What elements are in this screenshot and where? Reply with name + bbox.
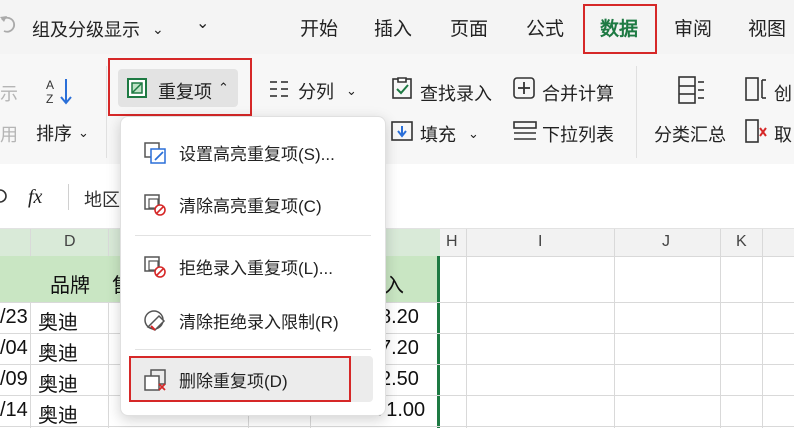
search-icon[interactable]	[0, 188, 8, 206]
brand-cell[interactable]: 奥迪	[38, 306, 78, 335]
reject-duplicates-icon	[143, 255, 167, 279]
menu-item-clear-highlight[interactable]: 清除高亮重复项(C)	[121, 184, 383, 224]
tab-review[interactable]: 审阅	[674, 14, 712, 41]
fill-button[interactable]: 填充 ⌄	[420, 121, 479, 147]
column-separator	[762, 229, 763, 428]
highlight-duplicates-icon	[143, 141, 167, 165]
menu-separator	[135, 235, 371, 236]
header-cell-income[interactable]: 入	[384, 269, 404, 298]
group-outline-dropdown[interactable]: 组及分级显示 ⌄	[32, 16, 164, 42]
date-cell[interactable]: /23	[0, 306, 28, 329]
dedupe-icon	[126, 77, 148, 99]
split-label: 分列	[298, 82, 334, 102]
column-separator	[614, 229, 615, 428]
dedupe-label: 重复项	[158, 82, 212, 102]
group-outline-label: 组及分级显示	[32, 20, 140, 40]
split-button[interactable]: 分列 ⌄	[298, 78, 357, 104]
create-group-icon[interactable]	[744, 76, 768, 102]
fill-label: 填充	[420, 125, 456, 145]
chevron-down-icon: ⌄	[152, 20, 164, 37]
formula-input[interactable]: 地区	[84, 186, 120, 212]
partial-ribbon-label: 用	[0, 125, 18, 145]
consolidate-icon[interactable]	[512, 76, 536, 100]
date-cell[interactable]: /09	[0, 368, 28, 391]
menu-item-reject-duplicates[interactable]: 拒绝录入重复项(L)...	[121, 246, 383, 286]
column-separator	[466, 229, 467, 428]
sort-button[interactable]: 排序 ⌄	[36, 120, 89, 146]
chevron-down-icon[interactable]: ⌄	[196, 13, 209, 33]
sort-icon[interactable]: A Z	[44, 76, 76, 106]
date-cell[interactable]: /14	[0, 399, 28, 422]
subtotal-icon[interactable]	[676, 74, 706, 106]
lookup-entry-label[interactable]: 查找录入	[420, 80, 492, 106]
dropdown-list-icon[interactable]	[512, 119, 538, 143]
tab-formula[interactable]: 公式	[526, 14, 564, 41]
menu-item-label: 删除重复项(D)	[179, 371, 288, 391]
brand-cell[interactable]: 奥迪	[38, 337, 78, 366]
delete-duplicates-icon	[143, 368, 167, 392]
svg-text:A: A	[46, 78, 54, 92]
sort-label: 排序	[36, 124, 72, 144]
tab-home[interactable]: 开始	[300, 14, 338, 41]
tab-data[interactable]: 数据	[600, 14, 638, 41]
menu-item-label: 清除高亮重复项(C)	[179, 196, 322, 216]
fill-icon[interactable]	[390, 119, 414, 143]
column-separator	[720, 229, 721, 428]
menu-item-label: 清除拒绝录入限制(R)	[179, 312, 339, 332]
consolidate-label[interactable]: 合并计算	[542, 80, 614, 106]
menu-separator	[135, 349, 371, 350]
dedupe-dropdown-menu: 设置高亮重复项(S)... 清除高亮重复项(C) 拒绝录入重复项(L)... 清…	[120, 116, 386, 416]
column-header-j[interactable]: J	[662, 233, 670, 251]
lookup-entry-icon[interactable]	[390, 76, 414, 100]
column-header-k[interactable]: K	[736, 233, 747, 251]
date-cell[interactable]: /04	[0, 337, 28, 360]
dropdown-list-label[interactable]: 下拉列表	[542, 121, 614, 147]
selection-border	[437, 256, 440, 428]
svg-text:Z: Z	[46, 92, 53, 106]
menu-item-label: 设置高亮重复项(S)...	[179, 144, 335, 164]
header-cell-brand[interactable]: 品牌	[50, 269, 90, 298]
eraser-icon	[143, 309, 167, 333]
menu-item-highlight-duplicates[interactable]: 设置高亮重复项(S)...	[121, 132, 383, 172]
menu-item-delete-duplicates[interactable]: 删除重复项(D)	[121, 359, 383, 399]
ungroup-icon[interactable]	[744, 118, 768, 144]
column-header-h[interactable]: H	[446, 233, 458, 251]
fx-icon[interactable]: fx	[28, 186, 42, 209]
chevron-down-icon: ⌄	[468, 126, 479, 141]
formula-bar-divider	[68, 184, 69, 210]
chevron-up-icon: ⌃	[218, 80, 229, 95]
split-icon[interactable]	[268, 78, 290, 100]
ribbon-divider	[106, 66, 107, 158]
brand-cell[interactable]: 奥迪	[38, 368, 78, 397]
chevron-down-icon: ⌄	[346, 83, 357, 98]
ungroup-label[interactable]: 取	[774, 121, 792, 147]
chevron-down-icon: ⌄	[78, 125, 89, 140]
row-line	[0, 426, 794, 427]
tab-insert[interactable]: 插入	[374, 14, 412, 41]
ribbon-divider	[636, 66, 637, 158]
redo-icon[interactable]	[0, 14, 18, 36]
subtotal-label[interactable]: 分类汇总	[654, 121, 726, 147]
brand-cell[interactable]: 奥迪	[38, 399, 78, 428]
clear-highlight-icon	[143, 193, 167, 217]
create-group-label[interactable]: 创	[774, 80, 792, 106]
partial-ribbon-label: 示	[0, 84, 18, 104]
tab-page[interactable]: 页面	[450, 14, 488, 41]
tab-view[interactable]: 视图	[748, 14, 786, 41]
menu-item-label: 拒绝录入重复项(L)...	[179, 258, 333, 278]
column-header-i[interactable]: I	[538, 233, 542, 251]
column-header-d[interactable]: D	[64, 233, 76, 251]
menu-item-clear-reject-limit[interactable]: 清除拒绝录入限制(R)	[121, 300, 383, 340]
